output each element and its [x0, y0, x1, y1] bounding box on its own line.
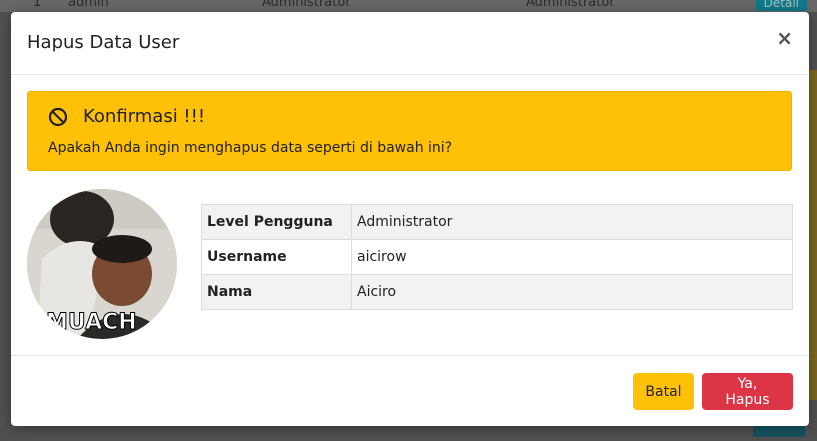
ban-icon: [48, 107, 68, 127]
detail-value: Aiciro: [351, 274, 793, 310]
modal-title: Hapus Data User: [27, 32, 180, 53]
avatar-caption: EMUACH: [31, 310, 137, 335]
avatar-image: EMUACH: [27, 189, 177, 339]
user-avatar: EMUACH: [27, 189, 177, 339]
detail-value: Administrator: [351, 204, 793, 240]
close-button[interactable]: ×: [776, 28, 793, 48]
confirm-delete-button[interactable]: Ya, Hapus: [702, 373, 793, 410]
user-details-table: Level Pengguna Administrator Username ai…: [201, 204, 793, 310]
modal-footer: Batal Ya, Hapus: [11, 355, 809, 426]
delete-user-modal: Hapus Data User × Konfirmasi !!! Apakah …: [11, 12, 809, 426]
alert-title: Konfirmasi !!!: [83, 106, 206, 127]
alert-message: Apakah Anda ingin menghapus data seperti…: [48, 140, 453, 156]
table-row: Username aicirow: [201, 239, 793, 275]
table-row: Nama Aiciro: [201, 274, 793, 310]
detail-label: Level Pengguna: [201, 204, 352, 240]
detail-value: aicirow: [351, 239, 793, 275]
detail-label: Username: [201, 239, 352, 275]
table-row: Level Pengguna Administrator: [201, 204, 793, 240]
modal-header: Hapus Data User ×: [11, 12, 809, 75]
cancel-button[interactable]: Batal: [633, 373, 694, 410]
detail-label: Nama: [201, 274, 352, 310]
confirmation-alert: Konfirmasi !!! Apakah Anda ingin menghap…: [27, 91, 792, 171]
